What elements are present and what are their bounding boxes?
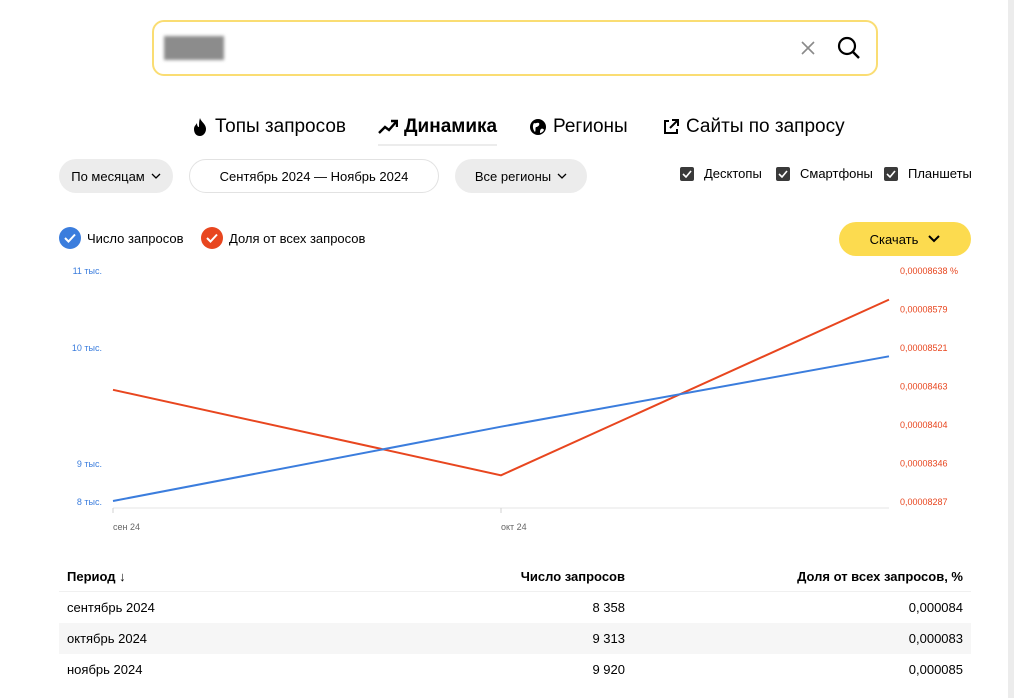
checkbox-label: Планшеты: [908, 166, 972, 181]
header-query-count[interactable]: Число запросов: [521, 561, 625, 591]
x-axis-tick-label: сен 24: [113, 522, 140, 532]
checkbox-checked-icon: [680, 166, 694, 181]
trend-up-icon: [378, 119, 398, 134]
search-input[interactable]: [234, 32, 838, 66]
checkbox-checked-icon: [776, 166, 790, 181]
cell-period: сентябрь 2024: [67, 600, 155, 615]
checkbox-desktops[interactable]: Десктопы: [680, 166, 762, 181]
checkmark-icon: [59, 227, 81, 249]
tab-regions[interactable]: Регионы: [529, 112, 628, 142]
series-line-share: [112, 298, 890, 477]
right-axis-tick-label: 0,00008463: [900, 382, 948, 392]
cell-period: ноябрь 2024: [67, 662, 143, 677]
series-line-queries: [112, 355, 890, 502]
checkbox-smartphones[interactable]: Смартфоны: [776, 166, 873, 181]
tab-sites-by-query[interactable]: Сайты по запросу: [662, 112, 845, 142]
cell-query-count: 9 920: [592, 662, 625, 677]
report-tabs: Топы запросов Динамика Регионы Сайты по …: [0, 112, 1014, 146]
tab-top-queries[interactable]: Топы запросов: [191, 112, 346, 142]
right-axis-tick-label: 0,00008287: [900, 497, 948, 507]
globe-icon: [530, 119, 546, 135]
tab-dynamics[interactable]: Динамика: [378, 112, 498, 146]
header-share[interactable]: Доля от всех запросов, %: [797, 561, 963, 591]
x-axis-tick-label: окт 24: [501, 522, 527, 532]
table-header-row: Период ↓ Число запросов Доля от всех зап…: [59, 561, 971, 591]
cell-share: 0,000085: [908, 662, 963, 677]
download-button[interactable]: Скачать: [839, 222, 971, 256]
tab-label: Динамика: [404, 116, 498, 137]
table-row: октябрь 2024 9 313 0,000083: [59, 623, 971, 654]
redacted-query-mask: [164, 36, 224, 60]
download-label: Скачать: [869, 231, 919, 247]
right-axis-tick-label: 0,00008346: [900, 459, 948, 469]
search-icon[interactable]: [836, 35, 862, 61]
left-axis-tick-label: 9 тыс.: [77, 459, 102, 469]
external-link-icon: [664, 119, 679, 134]
right-axis-tick-label: 0,00008521: [900, 343, 948, 353]
device-filters: Десктопы Смартфоны Планшеты: [0, 166, 1014, 188]
legend-queries-toggle[interactable]: Число запросов: [59, 227, 183, 249]
right-axis-tick-label: 0,00008404: [900, 420, 948, 430]
left-axis-tick-label: 8 тыс.: [77, 497, 102, 507]
checkmark-icon: [201, 227, 223, 249]
left-axis-tick-label: 11 тыс.: [73, 266, 102, 276]
checkbox-label: Десктопы: [704, 166, 762, 181]
cell-period: октябрь 2024: [67, 631, 148, 646]
clear-icon[interactable]: [798, 38, 818, 58]
legend-label: Доля от всех запросов: [229, 230, 366, 246]
dynamics-chart: 11 тыс. 10 тыс. 9 тыс. 8 тыс. 0,00008638 % 0,…: [0, 258, 1014, 538]
table-row: ноябрь 2024 9 920 0,000085: [59, 654, 971, 685]
fire-icon: [194, 118, 206, 136]
left-axis-tick-label: 10 тыс.: [72, 343, 102, 353]
cell-share: 0,000083: [908, 631, 963, 646]
cell-query-count: 9 313: [592, 631, 625, 646]
tab-label: Топы запросов: [215, 116, 346, 137]
chart-svg: 11 тыс. 10 тыс. 9 тыс. 8 тыс. 0,00008638 % 0,…: [72, 266, 958, 532]
tab-label: Регионы: [553, 116, 628, 137]
legend-label: Число запросов: [87, 230, 184, 246]
checkbox-tablets[interactable]: Планшеты: [884, 166, 972, 181]
checkbox-label: Смартфоны: [800, 166, 873, 181]
right-axis-tick-label: 0,00008579: [900, 305, 948, 315]
stats-table: Период ↓ Число запросов Доля от всех зап…: [59, 561, 971, 685]
header-period[interactable]: Период ↓: [67, 561, 126, 591]
cell-query-count: 8 358: [592, 600, 625, 615]
table-row: сентябрь 2024 8 358 0,000084: [59, 591, 971, 623]
legend-share-toggle[interactable]: Доля от всех запросов: [201, 227, 365, 249]
right-axis-tick-label: 0,00008638 %: [900, 266, 958, 276]
checkbox-checked-icon: [884, 166, 898, 181]
cell-share: 0,000084: [908, 600, 963, 615]
search-bar[interactable]: [152, 20, 878, 76]
tab-label: Сайты по запросу: [686, 116, 845, 137]
chevron-down-icon: [928, 235, 941, 243]
